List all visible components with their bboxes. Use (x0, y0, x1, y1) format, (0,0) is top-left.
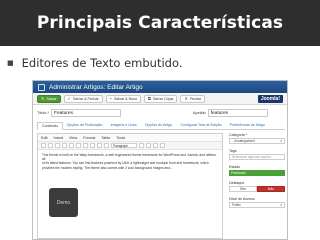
status-select[interactable]: Publicado (229, 170, 285, 176)
underline-icon[interactable] (69, 143, 74, 148)
access-select[interactable]: Public ▾ (229, 202, 285, 208)
bullet-list-icon[interactable] (139, 143, 144, 148)
chevron-down-icon: ▾ (280, 139, 282, 143)
italic-icon[interactable] (62, 143, 67, 148)
copy-icon: ⧉ (148, 96, 151, 101)
tab-publishing[interactable]: Opções de Publicação (63, 122, 107, 129)
menu-insert[interactable]: Insert (54, 136, 64, 140)
alias-label: Apelido (193, 111, 206, 115)
editor-content[interactable]: This theme is built on the Warp framewor… (38, 150, 222, 173)
menu-view[interactable]: View (69, 136, 77, 140)
alias-field-row: Apelido features (193, 109, 268, 117)
tab-content[interactable]: Conteúdo (37, 122, 63, 130)
align-right-icon[interactable] (97, 143, 102, 148)
menu-tools[interactable]: Tools (116, 136, 125, 140)
title-input[interactable]: Features (51, 109, 122, 117)
status-label: Estado (229, 165, 241, 169)
menu-table[interactable]: Table (101, 136, 110, 140)
access-label: Nível de Acesso (229, 197, 255, 201)
rich-text-editor: Edit Insert View Format Table Tools Para… (37, 133, 223, 239)
article-sidebar: Categoria * - Uncategorised ▾ Tags Selec… (229, 133, 285, 213)
close-icon: ✕ (184, 96, 188, 101)
category-select[interactable]: - Uncategorised ▾ (229, 138, 285, 144)
title-label: Título * (37, 111, 50, 115)
close-button[interactable]: ✕ Fechar (180, 94, 205, 103)
save-close-button[interactable]: ✓ Salvar & Fechar (63, 94, 103, 103)
category-label: Categoria * (229, 133, 247, 137)
slide-title: Principais Características (36, 13, 284, 33)
editor-line-1: This theme is built on the Warp framewor… (42, 153, 216, 162)
align-left-icon[interactable] (83, 143, 88, 148)
check-icon: ✓ (67, 96, 71, 101)
save-button[interactable]: ✎ Salvar (37, 94, 61, 103)
editor-menubar: Edit Insert View Format Table Tools (38, 134, 222, 142)
bullet-dot-icon: ■ (7, 59, 14, 67)
numbered-list-icon[interactable] (146, 143, 151, 148)
article-icon (38, 83, 45, 91)
justify-icon[interactable] (104, 143, 109, 148)
admin-header: Administrar Artigos: Editar Artigo (33, 81, 287, 93)
admin-toolbar: ✎ Salvar ✓ Salvar & Fechar + Salvar & No… (33, 93, 287, 105)
chevron-down-icon: ▾ (280, 203, 282, 207)
admin-header-title: Administrar Artigos: Editar Artigo (49, 83, 143, 91)
save-new-button[interactable]: + Salvar & Novo (105, 94, 141, 103)
featured-label: Destaque (229, 181, 245, 185)
save-icon: ✎ (41, 96, 45, 101)
editor-line-2: of its latest features. You can find fea… (42, 161, 209, 166)
tags-label: Tags (229, 149, 237, 153)
tab-article-options[interactable]: Opções do Artigo (141, 122, 177, 129)
alias-input[interactable]: features (207, 109, 268, 117)
menu-edit[interactable]: Edit (41, 136, 48, 140)
joomla-logo: Joomla! (257, 94, 283, 103)
save-copy-button[interactable]: ⧉ Salvar Cópia (144, 94, 178, 103)
featured-yes-button[interactable]: Sim (229, 186, 257, 192)
indent-icon[interactable] (160, 143, 165, 148)
slide-title-bar: Principais Características (0, 0, 320, 46)
edit-tabs: Conteúdo Opções de Publicação Imagens e … (37, 122, 285, 130)
strikethrough-icon[interactable] (76, 143, 81, 148)
paragraph-format-select[interactable]: Paragraph (111, 143, 137, 148)
editor-line-3: provides the modern styling. The theme a… (42, 165, 173, 170)
featured-no-button[interactable]: Não (257, 186, 285, 192)
featured-toggle: Sim Não (229, 186, 285, 192)
menu-format[interactable]: Format (83, 136, 95, 140)
undo-icon[interactable] (41, 143, 46, 148)
demo-badge: Demo (49, 188, 78, 217)
bullet-text: Editores de Texto embutido. (21, 56, 183, 70)
slide-bullet: ■ Editores de Texto embutido. (7, 56, 182, 70)
title-field-row: Título * Features (37, 109, 122, 117)
bold-icon[interactable] (55, 143, 60, 148)
editor-toolbar: Paragraph (38, 142, 222, 150)
tab-images-links[interactable]: Imagens e Links (107, 122, 141, 129)
align-center-icon[interactable] (90, 143, 95, 148)
outdent-icon[interactable] (153, 143, 158, 148)
tags-input[interactable]: Selecionar algumas opções (229, 154, 285, 160)
tab-edit-screen[interactable]: Configurar Tela de Edição (176, 122, 225, 129)
joomla-admin-screenshot: Administrar Artigos: Editar Artigo ✎ Sal… (32, 80, 288, 240)
redo-icon[interactable] (48, 143, 53, 148)
tab-preferences[interactable]: Preferências de Artigo (226, 122, 269, 129)
plus-icon: + (109, 96, 113, 101)
